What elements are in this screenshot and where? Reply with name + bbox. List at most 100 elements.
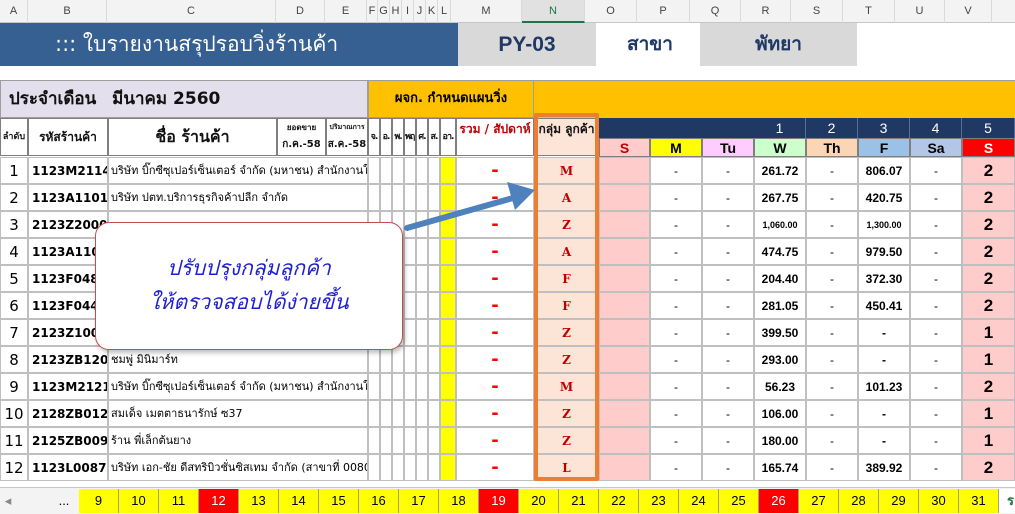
row-1-wd3[interactable]: [404, 157, 416, 184]
row-10-w[interactable]: 106.00: [754, 400, 806, 427]
row-8-f[interactable]: -: [858, 346, 910, 373]
sheet-tab-25[interactable]: 25: [719, 489, 759, 513]
sheet-tab-16[interactable]: 16: [359, 489, 399, 513]
row-2-wd0[interactable]: [368, 184, 380, 211]
row-4-m[interactable]: -: [650, 238, 702, 265]
row-2-wd2[interactable]: [392, 184, 404, 211]
row-8-wd1[interactable]: [380, 346, 392, 373]
row-7-th[interactable]: -: [806, 319, 858, 346]
row-5-seq[interactable]: 5: [0, 265, 28, 292]
column-header-n[interactable]: N: [522, 0, 585, 23]
row-9-total[interactable]: -: [456, 373, 534, 400]
row-10-sa[interactable]: -: [910, 400, 962, 427]
row-2-w[interactable]: 267.75: [754, 184, 806, 211]
row-5-wd4[interactable]: [416, 265, 428, 292]
sheet-tab-10[interactable]: 10: [119, 489, 159, 513]
row-3-sa[interactable]: -: [910, 211, 962, 238]
branch-value[interactable]: พัทยา: [700, 23, 857, 66]
row-4-wd3[interactable]: [404, 238, 416, 265]
row-7-wd3[interactable]: [404, 319, 416, 346]
row-3-w[interactable]: 1,060.00: [754, 211, 806, 238]
row-3-s[interactable]: [599, 211, 650, 238]
row-7-s[interactable]: [599, 319, 650, 346]
row-3-wd3[interactable]: [404, 211, 416, 238]
row-3-wd6[interactable]: [440, 211, 456, 238]
row-2-code[interactable]: 1123A11013: [28, 184, 108, 211]
row-12-sa[interactable]: -: [910, 454, 962, 481]
row-5-w[interactable]: 204.40: [754, 265, 806, 292]
column-header-j[interactable]: J: [414, 0, 426, 23]
row-1-s2[interactable]: 2: [962, 157, 1015, 184]
row-10-name[interactable]: สมเด็จ เมตตาธนารักษ์ ซ37: [108, 400, 368, 427]
row-10-code[interactable]: 2128ZB0125: [28, 400, 108, 427]
row-11-s2[interactable]: 1: [962, 427, 1015, 454]
sheet-tab-11[interactable]: 11: [159, 489, 199, 513]
row-4-f[interactable]: 979.50: [858, 238, 910, 265]
row-5-sa[interactable]: -: [910, 265, 962, 292]
row-6-m[interactable]: -: [650, 292, 702, 319]
row-10-s2[interactable]: 1: [962, 400, 1015, 427]
row-12-total[interactable]: -: [456, 454, 534, 481]
sheet-tab-31[interactable]: 31: [959, 489, 999, 513]
row-3-th[interactable]: -: [806, 211, 858, 238]
row-10-th[interactable]: -: [806, 400, 858, 427]
row-7-wd5[interactable]: [428, 319, 440, 346]
row-9-th[interactable]: -: [806, 373, 858, 400]
row-12-code[interactable]: 1123L00877: [28, 454, 108, 481]
row-12-wd2[interactable]: [392, 454, 404, 481]
sheet-tab-23[interactable]: 23: [639, 489, 679, 513]
row-5-s2[interactable]: 2: [962, 265, 1015, 292]
row-8-sa[interactable]: -: [910, 346, 962, 373]
column-header-v[interactable]: V: [945, 0, 992, 23]
column-header-b[interactable]: B: [28, 0, 107, 23]
row-7-total[interactable]: -: [456, 319, 534, 346]
column-header-q[interactable]: Q: [690, 0, 741, 23]
row-10-f[interactable]: -: [858, 400, 910, 427]
sheet-tab-14[interactable]: 14: [279, 489, 319, 513]
row-10-seq[interactable]: 10: [0, 400, 28, 427]
row-7-m[interactable]: -: [650, 319, 702, 346]
sheet-tab-21[interactable]: 21: [559, 489, 599, 513]
row-12-wd0[interactable]: [368, 454, 380, 481]
row-1-f[interactable]: 806.07: [858, 157, 910, 184]
row-5-m[interactable]: -: [650, 265, 702, 292]
column-header-a[interactable]: A: [0, 0, 28, 23]
row-1-sa[interactable]: -: [910, 157, 962, 184]
row-2-s[interactable]: [599, 184, 650, 211]
row-12-wd1[interactable]: [380, 454, 392, 481]
column-header-r[interactable]: R: [741, 0, 791, 23]
row-7-s2[interactable]: 1: [962, 319, 1015, 346]
row-4-th[interactable]: -: [806, 238, 858, 265]
row-10-m[interactable]: -: [650, 400, 702, 427]
row-4-wd5[interactable]: [428, 238, 440, 265]
column-header-p[interactable]: P: [637, 0, 690, 23]
row-8-name[interactable]: ชมพู่ มินิมาร์ท: [108, 346, 368, 373]
row-2-total[interactable]: -: [456, 184, 534, 211]
row-12-tu[interactable]: -: [702, 454, 754, 481]
row-1-wd4[interactable]: [416, 157, 428, 184]
row-5-th[interactable]: -: [806, 265, 858, 292]
row-9-group[interactable]: M: [534, 373, 599, 400]
row-9-seq[interactable]: 9: [0, 373, 28, 400]
sheet-nav-prev-icon[interactable]: ◂: [0, 489, 16, 513]
sheet-tab-20[interactable]: 20: [519, 489, 559, 513]
column-header-d[interactable]: D: [276, 0, 325, 23]
row-10-tu[interactable]: -: [702, 400, 754, 427]
row-10-wd5[interactable]: [428, 400, 440, 427]
row-12-wd4[interactable]: [416, 454, 428, 481]
row-9-wd6[interactable]: [440, 373, 456, 400]
row-1-total[interactable]: -: [456, 157, 534, 184]
row-5-wd3[interactable]: [404, 265, 416, 292]
row-11-wd3[interactable]: [404, 427, 416, 454]
row-3-group[interactable]: Z: [534, 211, 599, 238]
row-10-wd6[interactable]: [440, 400, 456, 427]
row-7-group[interactable]: Z: [534, 319, 599, 346]
row-11-wd2[interactable]: [392, 427, 404, 454]
row-11-th[interactable]: -: [806, 427, 858, 454]
row-5-tu[interactable]: -: [702, 265, 754, 292]
row-1-wd1[interactable]: [380, 157, 392, 184]
column-header-k[interactable]: K: [426, 0, 438, 23]
row-1-code[interactable]: 1123M21147: [28, 157, 108, 184]
row-4-s[interactable]: [599, 238, 650, 265]
row-11-wd6[interactable]: [440, 427, 456, 454]
